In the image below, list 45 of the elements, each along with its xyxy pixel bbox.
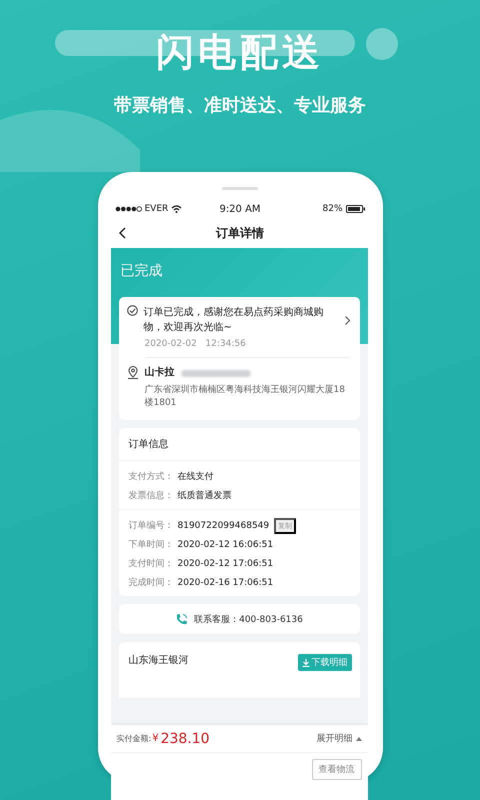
- total-label: 实付金额:: [116, 733, 152, 744]
- back-icon[interactable]: [118, 227, 126, 239]
- download-icon: [302, 658, 310, 666]
- promo-subtitle: 带票销售、准时送达、专业服务: [113, 94, 367, 118]
- recipient-name: 山卡拉: [144, 366, 174, 380]
- total-amount: 238.10: [160, 730, 211, 746]
- status-message: 订单已完成，感谢您在易点药采购商城购物，欢迎再次光临~: [144, 306, 324, 335]
- order-status: 已完成: [120, 262, 164, 280]
- page-title: 订单详情: [216, 224, 264, 242]
- contact-card[interactable]: 联系客服：400-803-6136: [118, 604, 360, 634]
- battery-icon: [346, 205, 366, 213]
- field-value: 2020-02-12 16:06:51: [178, 540, 274, 550]
- field-label: 支付方式：: [128, 470, 174, 483]
- field-value: 在线支付: [178, 470, 214, 483]
- field-label: 完成时间：: [128, 576, 174, 589]
- download-button[interactable]: 下载明细: [298, 654, 352, 671]
- clock-time: 9:20 AM: [218, 204, 262, 214]
- location-pin-icon: [126, 366, 138, 379]
- address-text: 广东省深圳市楠楠区粤海科技海王银河闪耀大厦18楼1801: [144, 384, 346, 410]
- field-value: 8190722099468549: [178, 520, 270, 530]
- phone-icon: [175, 612, 188, 626]
- chevron-right-icon: [344, 316, 350, 325]
- expand-details-button[interactable]: 展开明细: [316, 732, 362, 745]
- view-logistics-button[interactable]: 查看物流: [312, 759, 362, 780]
- store-name: 山东海王银河: [128, 654, 188, 667]
- signal-icon: [114, 206, 142, 212]
- currency-symbol: ¥: [152, 733, 159, 744]
- carrier-name: EVER: [144, 204, 168, 214]
- caret-up-icon: [356, 736, 362, 740]
- field-label: 发票信息：: [128, 490, 174, 502]
- phone-speaker: [222, 187, 258, 190]
- promo-title: 闪电配送: [155, 29, 325, 76]
- field-value: 纸质普通发票: [178, 489, 232, 502]
- field-label: 下单时间：: [128, 538, 174, 551]
- check-circle-icon: [126, 305, 138, 316]
- field-value: 2020-02-12 17:06:51: [178, 558, 274, 568]
- status-time: 2020-02-02 12:34:56: [144, 339, 350, 358]
- field-value: 2020-02-16 17:06:51: [178, 578, 274, 588]
- battery-percent: 82%: [322, 204, 343, 214]
- wifi-icon: [171, 205, 182, 213]
- field-label: 订单编号：: [128, 520, 174, 532]
- redacted-phone: [180, 370, 250, 377]
- section-title: 订单信息: [118, 428, 360, 461]
- contact-text: 联系客服：400-803-6136: [194, 614, 303, 626]
- field-label: 支付时间：: [128, 558, 174, 570]
